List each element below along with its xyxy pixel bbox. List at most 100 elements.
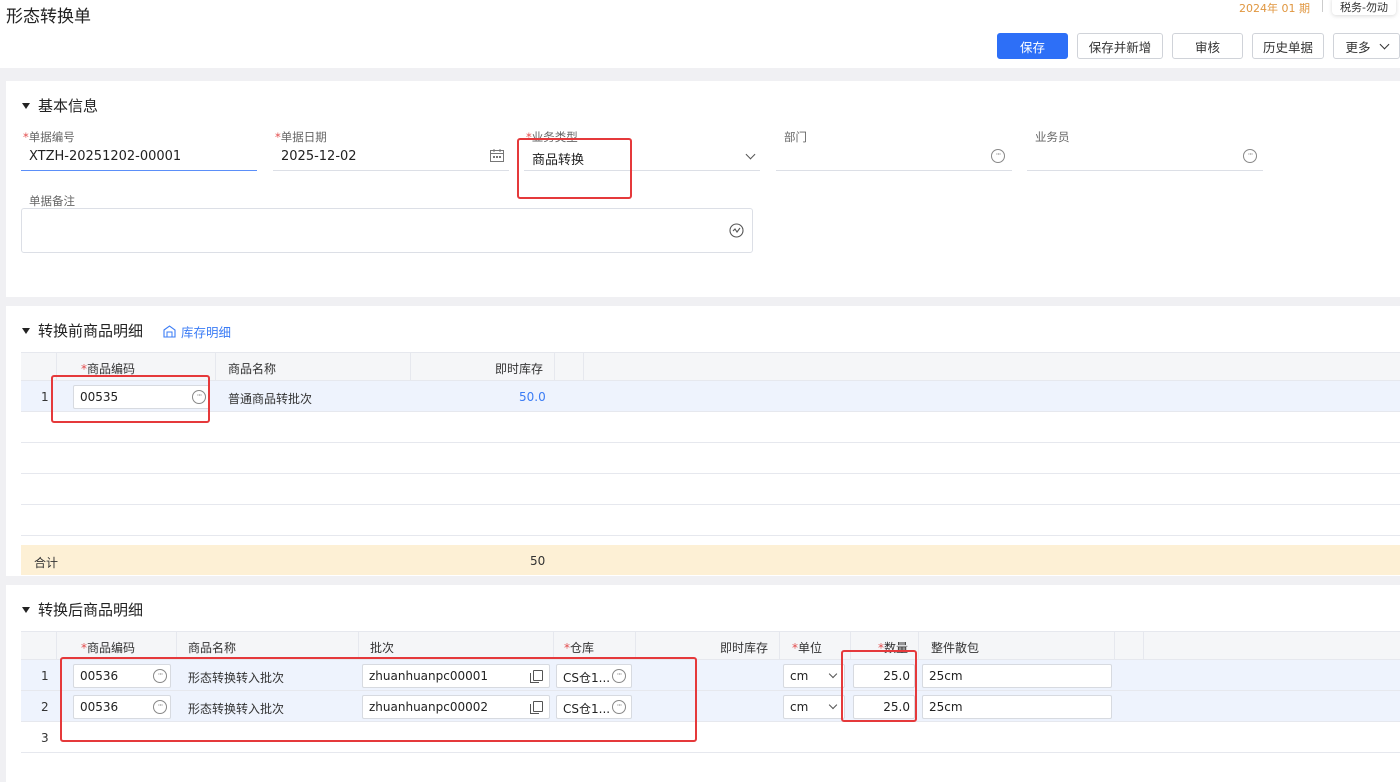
product-code-input[interactable]: 00535 ··· [73, 385, 210, 409]
save-and-new-button[interactable]: 保存并新增 [1077, 33, 1163, 59]
more-button[interactable]: 更多 [1333, 33, 1400, 59]
after-header[interactable]: 转换后商品明细 [22, 599, 143, 620]
total-label: 合计 [34, 556, 59, 570]
before-grid-header: *商品编码 商品名称 即时库存 [21, 352, 1400, 381]
table-row[interactable] [21, 443, 1400, 474]
biz-type-underline [524, 170, 760, 171]
col-pack: 整件散包 [931, 641, 980, 655]
collapse-triangle-icon [22, 327, 30, 334]
col-name: 商品名称 [188, 641, 237, 655]
col-unit: *单位 [792, 641, 823, 655]
more-options-icon[interactable]: ··· [153, 669, 167, 683]
after-grid: *商品编码 商品名称 批次 *仓库 即时库存 *单位 *数量 整件散包 1 00… [21, 631, 1400, 782]
col-name: 商品名称 [228, 362, 277, 376]
table-row[interactable] [21, 505, 1400, 536]
doc-date-underline [273, 170, 509, 171]
row-number: 2 [41, 700, 49, 714]
table-row[interactable]: 2 00536 ··· 形态转换转入批次 zhuanhuanpc00002 CS… [21, 691, 1400, 722]
stock-value[interactable]: 50.0 [519, 390, 546, 404]
batch-input[interactable]: zhuanhuanpc00001 [362, 664, 550, 688]
stock-detail-link[interactable]: 库存明细 [163, 322, 231, 341]
col-batch: 批次 [370, 641, 395, 655]
account-set-tag[interactable]: 税务-勿动 [1332, 0, 1396, 15]
before-header[interactable]: 转换前商品明细 [22, 320, 143, 341]
more-options-icon[interactable]: ··· [612, 700, 626, 714]
staff-underline [1027, 170, 1263, 171]
col-warehouse: *仓库 [564, 641, 595, 655]
page-header: 形态转换单 2024年 01 期 税务-勿动 保存 保存并新增 审核 历史单据 … [0, 0, 1400, 68]
product-name: 形态转换转入批次 [188, 671, 285, 685]
row-number: 3 [41, 731, 49, 745]
col-stock: 即时库存 [720, 641, 769, 655]
basic-info-title: 基本信息 [38, 97, 99, 115]
page-title: 形态转换单 [6, 7, 91, 27]
remark-label: 单据备注 [29, 194, 75, 208]
staff-label: 业务员 [1035, 130, 1070, 144]
product-name: 形态转换转入批次 [188, 702, 285, 716]
chevron-down-icon [828, 700, 838, 710]
qty-input[interactable]: 25.0 [853, 695, 915, 719]
dept-underline [776, 170, 1012, 171]
table-row[interactable]: 1 00536 ··· 形态转换转入批次 zhuanhuanpc00001 CS… [21, 660, 1400, 691]
more-options-icon[interactable]: ··· [192, 390, 206, 404]
chevron-down-icon [828, 669, 838, 679]
history-button[interactable]: 历史单据 [1252, 33, 1324, 59]
collapse-triangle-icon [22, 102, 30, 109]
table-row[interactable] [21, 474, 1400, 505]
save-button[interactable]: 保存 [997, 33, 1068, 59]
basic-info-panel [6, 81, 1400, 297]
col-stock: 即时库存 [495, 362, 544, 376]
more-options-icon[interactable]: ··· [153, 700, 167, 714]
divider [1322, 0, 1323, 12]
table-row[interactable] [21, 412, 1400, 443]
copy-icon[interactable] [530, 670, 543, 683]
pack-input[interactable]: 25cm [922, 664, 1112, 688]
batch-input[interactable]: zhuanhuanpc00002 [362, 695, 550, 719]
chevron-down-icon [1379, 39, 1389, 49]
voice-input-icon[interactable] [729, 223, 744, 238]
table-row[interactable]: 3 [21, 722, 1400, 753]
stock-detail-label: 库存明细 [181, 325, 232, 340]
unit-select[interactable]: cm [783, 695, 845, 719]
audit-button[interactable]: 审核 [1172, 33, 1243, 59]
biz-type-label: *业务类型 [526, 130, 578, 144]
col-code: *商品编码 [81, 362, 136, 376]
basic-info-header[interactable]: 基本信息 [22, 95, 98, 116]
col-code: *商品编码 [81, 641, 136, 655]
before-grid: *商品编码 商品名称 即时库存 1 00535 ··· 普通商品转批次 50.0 [21, 352, 1400, 542]
more-options-icon[interactable]: ··· [991, 149, 1005, 163]
col-qty: *数量 [878, 641, 909, 655]
row-number: 1 [41, 390, 49, 404]
product-code-input[interactable]: 00536 ··· [73, 695, 171, 719]
pack-input[interactable]: 25cm [922, 695, 1112, 719]
collapse-triangle-icon [22, 606, 30, 613]
remark-textarea[interactable] [21, 208, 753, 253]
doc-no-underline [21, 170, 257, 171]
doc-date-label: *单据日期 [275, 130, 327, 144]
doc-no-input[interactable]: XTZH-20251202-00001 [29, 149, 181, 164]
before-title: 转换前商品明细 [38, 322, 144, 340]
product-name: 普通商品转批次 [228, 392, 313, 406]
warehouse-icon [163, 325, 176, 338]
doc-date-input[interactable]: 2025-12-02 [281, 149, 357, 164]
more-label: 更多 [1345, 39, 1371, 55]
warehouse-input[interactable]: CS仓1... ··· [556, 664, 632, 688]
biz-type-select[interactable]: 商品转换 [532, 149, 584, 168]
unit-select[interactable]: cm [783, 664, 845, 688]
accounting-period[interactable]: 2024年 01 期 [1239, 0, 1310, 16]
table-row[interactable]: 1 00535 ··· 普通商品转批次 50.0 [21, 381, 1400, 412]
more-options-icon[interactable]: ··· [612, 669, 626, 683]
calendar-icon[interactable] [490, 149, 504, 162]
total-value: 50 [530, 554, 546, 568]
warehouse-input[interactable]: CS仓1... ··· [556, 695, 632, 719]
copy-icon[interactable] [530, 701, 543, 714]
dept-label: 部门 [784, 130, 807, 144]
before-total-row: 合计 50 [21, 545, 1400, 575]
more-options-icon[interactable]: ··· [1243, 149, 1257, 163]
doc-no-label: *单据编号 [23, 130, 75, 144]
qty-input[interactable]: 25.0 [853, 664, 915, 688]
after-title: 转换后商品明细 [38, 601, 144, 619]
row-number: 1 [41, 669, 49, 683]
after-grid-header: *商品编码 商品名称 批次 *仓库 即时库存 *单位 *数量 整件散包 [21, 631, 1400, 660]
product-code-input[interactable]: 00536 ··· [73, 664, 171, 688]
